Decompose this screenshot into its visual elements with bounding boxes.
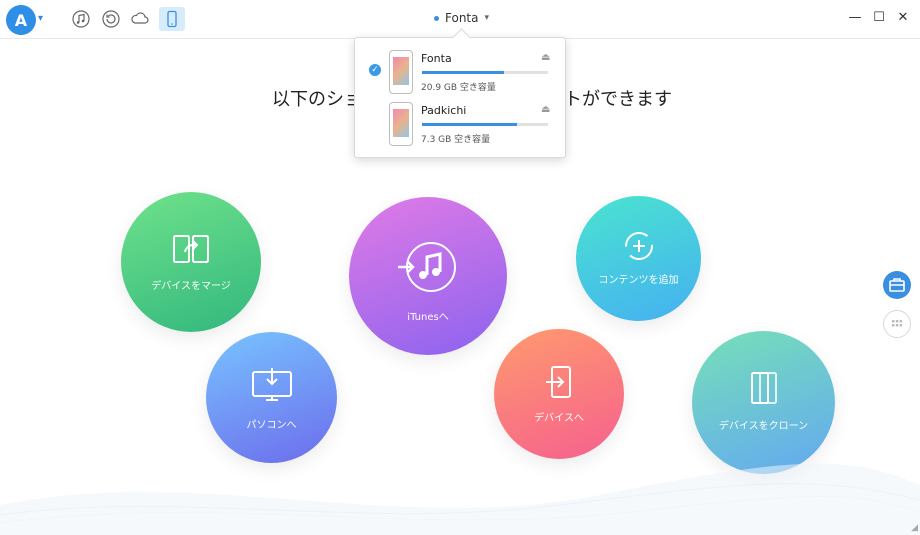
logo-letter: A <box>14 10 28 30</box>
merge-icon <box>173 235 209 263</box>
logo-menu-chevron-icon[interactable]: ▾ <box>38 13 43 24</box>
to-itunes-button[interactable]: iTunesへ <box>349 197 507 355</box>
toolbox-button[interactable] <box>883 271 911 299</box>
current-device-name: Fonta <box>445 11 479 25</box>
cloud-icon[interactable] <box>130 9 150 29</box>
window-controls: — ☐ ✕ <box>848 10 910 25</box>
selected-check-icon: ✓ <box>369 64 381 76</box>
itunes-label: iTunesへ <box>407 312 449 323</box>
eject-icon[interactable]: ⏏ <box>541 104 550 115</box>
add-icon <box>624 232 653 260</box>
grid-view-button[interactable] <box>883 310 911 338</box>
maximize-button[interactable]: ☐ <box>872 10 886 25</box>
iphone-thumbnail <box>389 50 413 94</box>
device-capacity: 7.3 GB 空き容量 <box>421 135 491 145</box>
add-content-label: コンテンツを追加 <box>598 275 679 286</box>
device-switcher[interactable]: Fonta ▾ <box>434 11 489 25</box>
app-window: A ▾ Fonta ▾ — ☐ ✕ 以下のショ トができます デバイスをマージ … <box>0 0 920 535</box>
device-status-dot <box>434 15 439 21</box>
background-wave <box>0 463 920 535</box>
merge-label: デバイスをマージ <box>151 281 231 292</box>
grid-icon <box>892 320 903 327</box>
page-headline: 以下のショ トができます <box>272 85 672 111</box>
toolbox-icon <box>889 278 905 292</box>
merge-devices-button[interactable]: デバイスをマージ <box>121 192 261 332</box>
close-button[interactable]: ✕ <box>896 10 910 25</box>
app-logo[interactable]: A <box>6 5 36 35</box>
device-name: Padkichi <box>421 104 467 117</box>
storage-bar <box>422 71 548 74</box>
add-content-button[interactable]: コンテンツを追加 <box>576 196 701 321</box>
device-name: Fonta <box>421 52 452 65</box>
headline-right: トができます <box>564 89 672 110</box>
device-item-fonta[interactable]: ✓ Fonta ⏏ 20.9 GB 空き容量 <box>355 40 565 94</box>
restore-icon[interactable] <box>101 9 121 29</box>
device-item-padkichi[interactable]: Padkichi ⏏ 7.3 GB 空き容量 <box>355 92 565 146</box>
ipad-thumbnail <box>389 102 413 146</box>
device-list-popup: ✓ Fonta ⏏ 20.9 GB 空き容量 Padkichi ⏏ 7.3 GB… <box>354 37 566 158</box>
headline-left: 以下のショ <box>272 89 362 110</box>
music-icon[interactable] <box>71 9 91 29</box>
resize-grip-icon[interactable]: ◢ <box>911 523 918 533</box>
phone-icon[interactable] <box>159 7 185 31</box>
storage-bar <box>422 123 548 126</box>
itunes-icon <box>398 242 456 292</box>
chevron-down-icon: ▾ <box>484 13 490 23</box>
eject-icon[interactable]: ⏏ <box>541 52 550 63</box>
minimize-button[interactable]: — <box>848 10 862 25</box>
